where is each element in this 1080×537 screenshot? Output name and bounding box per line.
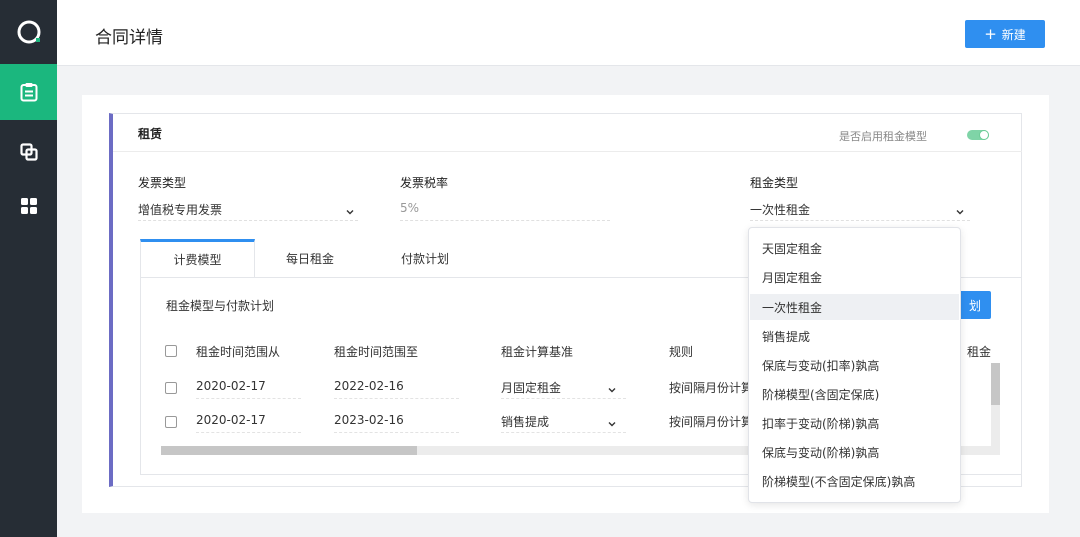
rent-model-toggle-label: 是否启用租金模型 xyxy=(839,130,927,143)
section-title: 租赁 xyxy=(138,127,163,141)
tab-daily-rent[interactable]: 每日租金 xyxy=(255,239,365,277)
rule-cell: 按间隔月份计算 xyxy=(669,381,754,395)
column-header: 租金计算基准 xyxy=(501,345,574,359)
rent-from-cell[interactable]: 2020-02-17 xyxy=(196,413,301,433)
column-header: 租金时间范围至 xyxy=(334,345,419,359)
section-header: 租赁 是否启用租金模型 xyxy=(113,114,1022,152)
dropdown-option[interactable]: 扣率于变动(阶梯)孰高 xyxy=(750,410,959,436)
column-header: 规则 xyxy=(669,345,694,359)
row-checkbox[interactable] xyxy=(165,416,177,428)
chevron-down-icon[interactable] xyxy=(607,419,617,429)
tab-billing-model[interactable]: 计费模型 xyxy=(140,239,255,277)
rent-to-cell[interactable]: 2022-02-16 xyxy=(334,379,459,399)
dropdown-option[interactable]: 销售提成 xyxy=(750,323,959,349)
column-header: 租金 xyxy=(966,345,991,359)
grid-icon xyxy=(20,198,37,214)
rent-to-cell[interactable]: 2023-02-16 xyxy=(334,413,459,433)
tax-rate-input[interactable]: 5% xyxy=(400,201,610,221)
sidebar-item-contracts[interactable] xyxy=(0,64,57,120)
invoice-type-select[interactable]: 增值税专用发票 xyxy=(138,201,358,221)
rent-type-select[interactable]: 一次性租金 xyxy=(750,201,970,221)
column-header: 租金时间范围从 xyxy=(196,345,281,359)
rule-cell: 按间隔月份计算 xyxy=(669,415,754,429)
rent-type-dropdown: 天固定租金 月固定租金 一次性租金 销售提成 保底与变动(扣率)孰高 阶梯模型(… xyxy=(748,227,961,503)
dropdown-option[interactable]: 阶梯模型(含固定保底) xyxy=(750,381,959,407)
sidebar-item-copy[interactable] xyxy=(0,124,57,180)
rent-model-toggle[interactable] xyxy=(967,130,989,140)
sidebar-item-apps[interactable] xyxy=(0,178,57,234)
page-header: 合同详情 + 新建 xyxy=(57,0,1080,66)
sidebar xyxy=(0,0,57,537)
vertical-scrollbar[interactable] xyxy=(991,363,1000,455)
copy-icon xyxy=(19,143,38,161)
plus-icon: + xyxy=(984,24,997,43)
chevron-down-icon[interactable] xyxy=(955,207,965,217)
dropdown-option[interactable]: 阶梯模型(不含固定保底)孰高 xyxy=(750,468,959,494)
dropdown-option[interactable]: 天固定租金 xyxy=(750,235,959,261)
dropdown-option[interactable]: 保底与变动(阶梯)孰高 xyxy=(750,439,959,465)
chevron-down-icon[interactable] xyxy=(607,385,617,395)
logo-ring-icon[interactable] xyxy=(0,0,57,64)
row-checkbox[interactable] xyxy=(165,382,177,394)
invoice-type-label: 发票类型 xyxy=(138,176,187,190)
toggle-knob xyxy=(979,130,989,140)
tab-payment-plan[interactable]: 付款计划 xyxy=(365,239,485,277)
select-all-checkbox[interactable] xyxy=(165,345,177,357)
scrollbar-thumb[interactable] xyxy=(161,446,417,455)
new-button-label: 新建 xyxy=(1001,27,1026,42)
scrollbar-thumb[interactable] xyxy=(991,363,1000,405)
page-title: 合同详情 xyxy=(95,28,163,48)
dropdown-option[interactable]: 月固定租金 xyxy=(750,264,959,290)
chevron-down-icon[interactable] xyxy=(345,207,355,217)
tax-rate-label: 发票税率 xyxy=(400,176,449,190)
clipboard-icon xyxy=(20,83,37,102)
panel-title: 租金模型与付款计划 xyxy=(166,299,275,313)
dropdown-option-selected[interactable]: 一次性租金 xyxy=(750,294,959,320)
rent-type-label: 租金类型 xyxy=(750,176,799,190)
rent-from-cell[interactable]: 2020-02-17 xyxy=(196,379,301,399)
new-button[interactable]: + 新建 xyxy=(965,20,1045,48)
dropdown-option[interactable]: 保底与变动(扣率)孰高 xyxy=(750,352,959,378)
